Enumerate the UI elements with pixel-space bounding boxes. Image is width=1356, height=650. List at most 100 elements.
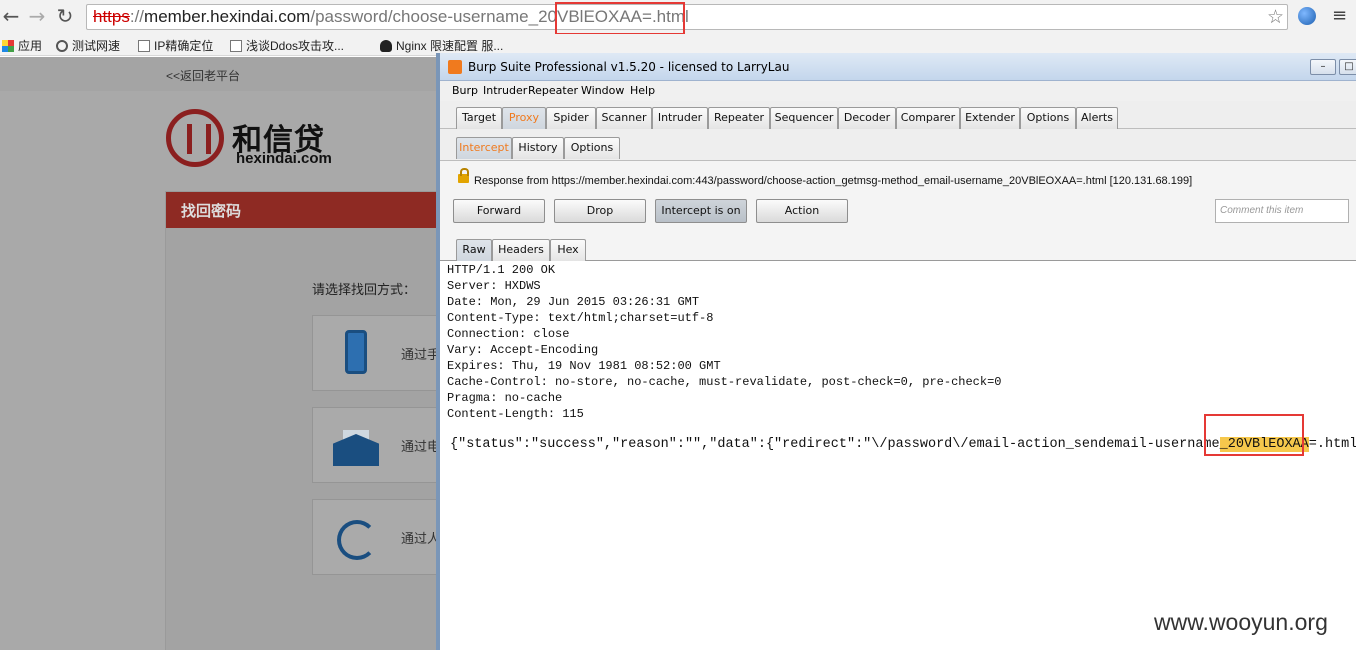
tab-target[interactable]: Target [456, 107, 502, 129]
method-email[interactable]: 通过电 [312, 407, 436, 483]
call-icon [333, 520, 379, 560]
tab-comparer[interactable]: Comparer [896, 107, 960, 129]
hexindai-logo-icon [166, 109, 224, 167]
response-body-prefix: {"status":"success","reason":"","data":{… [450, 437, 1220, 452]
menu-intruder[interactable]: Intruder [483, 84, 527, 97]
bookmark-label: Nginx 限速配置 服... [396, 39, 504, 53]
panel-title: 找回密码 [166, 192, 436, 228]
tab-decoder[interactable]: Decoder [838, 107, 896, 129]
minimize-icon[interactable]: – [1310, 59, 1336, 75]
method-label: 通过电 [401, 440, 436, 455]
response-editor[interactable]: HTTP/1.1 200 OK Server: HXDWS Date: Mon,… [444, 261, 1356, 650]
menu-icon[interactable]: ≡ [1332, 5, 1347, 26]
bookmark-star-icon[interactable]: ☆ [1267, 6, 1284, 28]
hexindai-page: <<返回老平台 和信贷 hexindai.com 找回密码 请选择找回方式： 通… [0, 57, 436, 650]
back-icon[interactable]: ← [0, 4, 22, 28]
maximize-icon[interactable]: □ [1339, 59, 1356, 75]
tab-sequencer[interactable]: Sequencer [770, 107, 838, 129]
action-button[interactable]: Action [756, 199, 848, 223]
tab-proxy-options[interactable]: Options [564, 137, 620, 159]
tab-intercept[interactable]: Intercept [456, 137, 512, 159]
logo-english: hexindai.com [236, 150, 332, 167]
tab-raw[interactable]: Raw [456, 239, 492, 261]
choose-method-label: 请选择找回方式： [312, 283, 417, 298]
burp-titlebar: Burp Suite Professional v1.5.20 - licens… [440, 53, 1356, 81]
bookmark-speedtest[interactable]: 测试网速 [56, 37, 120, 54]
penguin-icon [380, 40, 392, 52]
tab-intruder[interactable]: Intruder [652, 107, 708, 129]
eye-icon [56, 40, 68, 52]
response-header-line: Content-Length: 115 [447, 407, 584, 421]
response-header-line: Expires: Thu, 19 Nov 1981 08:52:00 GMT [447, 359, 721, 373]
method-label: 通过手 [401, 348, 436, 363]
bookmark-label: 测试网速 [72, 39, 121, 53]
url-path: /password/choose-username [310, 7, 529, 26]
drop-button[interactable]: Drop [554, 199, 646, 223]
method-call[interactable]: 通过人 [312, 499, 436, 575]
tab-scanner[interactable]: Scanner [596, 107, 652, 129]
burp-menubar: Burp Intruder Repeater Window Help [440, 81, 1356, 101]
response-header-line: Content-Type: text/html;charset=utf-8 [447, 311, 714, 325]
response-header-line: Pragma: no-cache [447, 391, 563, 405]
bookmark-label: 应用 [18, 39, 43, 53]
bookmark-ip-locate[interactable]: IP精确定位 [138, 37, 213, 54]
tab-extender[interactable]: Extender [960, 107, 1020, 129]
watermark: www.wooyun.org [1154, 609, 1328, 635]
response-header-line: HTTP/1.1 200 OK [447, 263, 556, 277]
back-to-old-platform-link[interactable]: <<返回老平台 [166, 67, 240, 84]
bookmark-apps[interactable]: 应用 [2, 37, 42, 54]
phone-icon [333, 330, 379, 376]
burp-window: Burp Suite Professional v1.5.20 - licens… [436, 53, 1356, 650]
url-host: member.hexindai.com [144, 7, 311, 26]
extension-globe-icon[interactable] [1298, 7, 1316, 25]
annotation-box-response [1204, 414, 1304, 456]
tab-spider[interactable]: Spider [546, 107, 596, 129]
url-scheme: https [93, 7, 130, 26]
tab-hex[interactable]: Hex [550, 239, 586, 261]
intercept-actions: Forward Drop Intercept is on Action Comm… [440, 195, 1356, 235]
browser-toolbar: ← → ↻ https://member.hexindai.com/passwo… [0, 0, 1356, 35]
proxy-sub-tabs: Intercept History Options [440, 129, 1356, 161]
response-header-line: Vary: Accept-Encoding [447, 343, 599, 357]
tab-alerts[interactable]: Alerts [1076, 107, 1118, 129]
menu-help[interactable]: Help [630, 84, 655, 97]
apps-icon [2, 40, 14, 52]
response-header-line: Server: HXDWS [447, 279, 541, 293]
tab-proxy[interactable]: Proxy [502, 107, 546, 129]
forward-icon[interactable]: → [26, 4, 48, 28]
intercept-info-bar: Response from https://member.hexindai.co… [440, 161, 1356, 195]
page-icon [230, 40, 242, 52]
address-bar[interactable]: https://member.hexindai.com/password/cho… [86, 4, 1288, 30]
bookmark-label: 浅谈Ddos攻击攻... [246, 39, 345, 53]
response-header-line: Cache-Control: no-store, no-cache, must-… [447, 375, 1002, 389]
bookmark-nginx[interactable]: Nginx 限速配置 服... [380, 37, 503, 54]
lock-icon [458, 168, 469, 183]
forward-button[interactable]: Forward [453, 199, 545, 223]
url-separator: :// [129, 7, 145, 26]
comment-input[interactable]: Comment this item [1215, 199, 1349, 223]
response-body-suffix: =.html"}} [1308, 437, 1356, 452]
response-header-line: Date: Mon, 29 Jun 2015 03:26:31 GMT [447, 295, 700, 309]
intercept-info-text: Response from https://member.hexindai.co… [474, 175, 1193, 187]
menu-window[interactable]: Window [581, 84, 624, 97]
tab-headers[interactable]: Headers [492, 239, 550, 261]
burp-main-tabs: Target Proxy Spider Scanner Intruder Rep… [440, 101, 1356, 129]
reload-icon[interactable]: ↻ [54, 4, 76, 28]
annotation-box-url [555, 2, 685, 35]
message-view-tabs: Raw Headers Hex [440, 235, 1356, 261]
bookmark-ddos[interactable]: 浅谈Ddos攻击攻... [230, 37, 344, 54]
menu-burp[interactable]: Burp [452, 84, 478, 97]
burp-title: Burp Suite Professional v1.5.20 - licens… [468, 60, 790, 74]
bookmark-label: IP精确定位 [154, 39, 214, 53]
method-phone[interactable]: 通过手 [312, 315, 436, 391]
intercept-toggle-button[interactable]: Intercept is on [655, 199, 747, 223]
method-label: 通过人 [401, 532, 436, 547]
tab-history[interactable]: History [512, 137, 564, 159]
page-icon [138, 40, 150, 52]
response-header-line: Connection: close [447, 327, 570, 341]
tab-options[interactable]: Options [1020, 107, 1076, 129]
menu-repeater[interactable]: Repeater [528, 84, 578, 97]
tab-repeater[interactable]: Repeater [708, 107, 770, 129]
burp-logo-icon [448, 60, 462, 74]
mail-icon [333, 428, 379, 468]
